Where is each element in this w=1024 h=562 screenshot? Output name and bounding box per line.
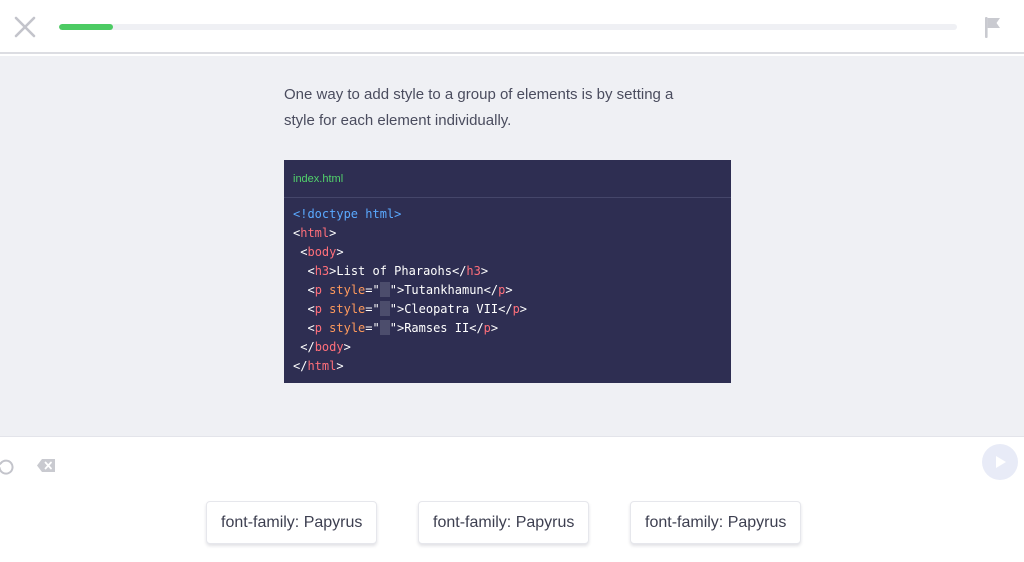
code-line: </html> <box>293 357 722 376</box>
code-token: </ <box>483 283 499 297</box>
code-token: > <box>519 302 528 316</box>
lesson-prompt-line: One way to add style to a group of eleme… <box>284 86 674 103</box>
lesson-prompt: One way to add style to a group of eleme… <box>284 82 734 134</box>
code-token: </ <box>300 340 315 354</box>
answer-option[interactable]: font-family: Papyrus <box>206 501 378 544</box>
code-token: > <box>480 264 489 278</box>
code-token: Ramses II <box>404 321 470 335</box>
code-token: html <box>307 359 337 373</box>
close-button[interactable] <box>10 12 40 42</box>
undo-button[interactable] <box>0 458 15 476</box>
answer-controls: font-family: Papyrus font-family: Papyru… <box>0 438 1024 562</box>
answer-option[interactable]: font-family: Papyrus <box>630 501 802 544</box>
run-button[interactable] <box>982 444 1018 480</box>
undo-icon <box>0 459 14 475</box>
code-line: <p style=" ">Tutankhamun</p> <box>293 281 722 300</box>
lesson-progress-bar <box>59 24 957 30</box>
code-token: body <box>314 340 344 354</box>
code-token: =" <box>365 302 380 316</box>
code-token: =" <box>365 283 380 297</box>
play-icon <box>996 456 1006 468</box>
close-x-icon <box>14 16 36 38</box>
answer-slot[interactable] <box>379 301 390 316</box>
code-line: <!doctype html> <box>293 205 722 224</box>
backspace-button[interactable] <box>36 458 56 473</box>
code-token: > <box>343 340 351 354</box>
code-token: > <box>336 245 344 259</box>
code-token: body <box>307 245 337 259</box>
code-token: "> <box>389 321 405 335</box>
code-token: </ <box>498 302 513 316</box>
code-token: > <box>490 321 499 335</box>
code-line: </body> <box>293 338 722 357</box>
code-token: "> <box>389 283 405 297</box>
code-token: html <box>300 226 330 240</box>
code-token: p <box>314 321 322 335</box>
code-token: =" <box>365 321 380 335</box>
code-token: </ <box>293 359 308 373</box>
code-token: < <box>307 302 315 316</box>
top-bar <box>0 0 1024 54</box>
code-token: p <box>314 302 322 316</box>
code-token: style <box>329 283 366 297</box>
code-token: h3 <box>314 264 330 278</box>
code-line: <html> <box>293 224 722 243</box>
answer-slot[interactable] <box>379 320 390 335</box>
code-filename: index.html <box>293 173 344 185</box>
lesson-content: One way to add style to a group of eleme… <box>0 56 1024 437</box>
report-flag-button[interactable] <box>981 14 1005 40</box>
code-line: <p style=" ">Ramses II</p> <box>293 319 722 338</box>
code-body: <!doctype html> <html> <body> <h3>List o… <box>284 198 731 383</box>
code-token: Tutankhamun <box>404 283 484 297</box>
code-token: style <box>329 321 366 335</box>
lesson-prompt-line: style for each element individually. <box>284 112 512 129</box>
code-editor: index.html <!doctype html> <html> <body>… <box>284 160 731 383</box>
code-token: > <box>329 226 337 240</box>
code-line: <body> <box>293 243 722 262</box>
code-token: p <box>512 302 520 316</box>
backspace-icon <box>37 459 55 472</box>
code-token: <!doctype html> <box>293 207 402 221</box>
code-token: < <box>307 283 315 297</box>
lesson-progress-fill <box>59 24 113 30</box>
code-token: > <box>336 359 344 373</box>
answer-slot[interactable] <box>379 282 390 297</box>
code-token: p <box>314 283 322 297</box>
code-token: style <box>329 302 366 316</box>
code-token: </ <box>451 264 467 278</box>
flag-icon <box>985 17 1000 38</box>
code-token: < <box>307 264 315 278</box>
code-line: <h3>List of Pharaohs</h3> <box>293 262 722 281</box>
answer-option[interactable]: font-family: Papyrus <box>418 501 590 544</box>
code-token: List of Pharaohs <box>336 264 452 278</box>
code-token: h3 <box>466 264 481 278</box>
code-token: "> <box>389 302 405 316</box>
code-token: < <box>307 321 315 335</box>
code-editor-header: index.html <box>284 160 731 198</box>
code-token: </ <box>469 321 484 335</box>
code-token: > <box>505 283 513 297</box>
code-token: p <box>483 321 491 335</box>
code-line: <p style=" ">Cleopatra VII</p> <box>293 300 722 319</box>
code-token: Cleopatra VII <box>404 302 499 316</box>
